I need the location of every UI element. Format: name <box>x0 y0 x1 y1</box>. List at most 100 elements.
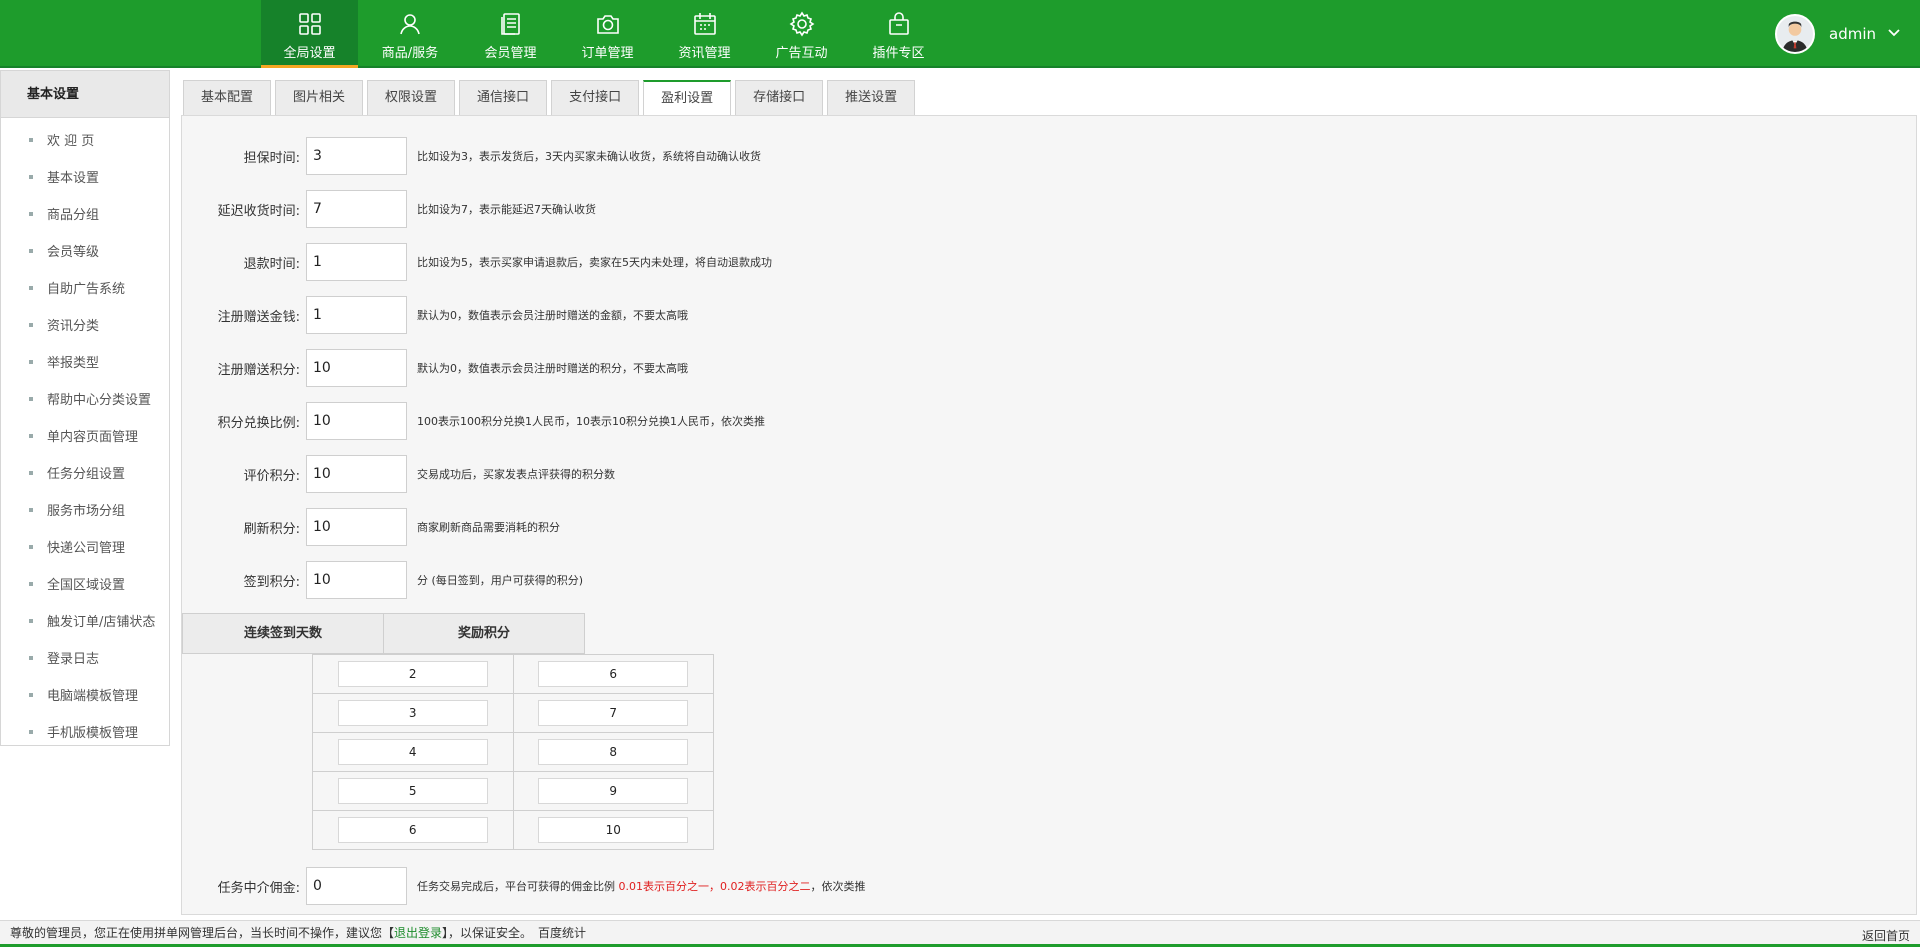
signin-days-input[interactable] <box>337 739 488 765</box>
sidebar-item-couriers[interactable]: 快递公司管理 <box>1 528 169 565</box>
tab-payment[interactable]: 支付接口 <box>551 80 640 115</box>
sidebar-item-label: 登录日志 <box>47 652 100 667</box>
tab-basic-config[interactable]: 基本配置 <box>183 80 272 115</box>
user-menu[interactable]: admin <box>1775 14 1902 54</box>
sidebar-item-pc-templates[interactable]: 电脑端模板管理 <box>1 676 169 713</box>
register-points-field[interactable] <box>306 349 407 387</box>
sidebar-item-single-pages[interactable]: 单内容页面管理 <box>1 417 169 454</box>
sidebar-item-help-categories[interactable]: 帮助中心分类设置 <box>1 380 169 417</box>
signin-points-field[interactable] <box>306 561 407 599</box>
signin-days-input[interactable] <box>337 700 488 726</box>
sidebar-item-mobile-templates[interactable]: 手机版模板管理 <box>1 713 169 750</box>
signin-days-input[interactable] <box>337 817 488 843</box>
bullet-icon <box>29 433 33 438</box>
signin-days-input[interactable] <box>337 661 488 687</box>
tab-communication[interactable]: 通信接口 <box>459 80 548 115</box>
sidebar-item-basic-settings[interactable]: 基本设置 <box>1 158 169 195</box>
tab-storage[interactable]: 存储接口 <box>735 80 824 115</box>
table-cell <box>512 771 714 811</box>
bullet-icon <box>29 137 33 142</box>
bullet-icon <box>29 507 33 512</box>
username: admin <box>1829 25 1876 43</box>
nav-label: 插件专区 <box>872 46 925 61</box>
sidebar-item-label: 会员等级 <box>47 245 100 260</box>
baidu-stats-link[interactable]: 百度统计 <box>538 924 586 941</box>
main-nav: 全局设置 商品/服务 会员管理 订单管理 资讯管理 广告互动 插件专区 <box>261 0 947 68</box>
sidebar-item-regions[interactable]: 全国区域设置 <box>1 565 169 602</box>
field-label: 注册赠送积分: <box>217 362 300 378</box>
form-row-commission: 任务中介佣金: 任务交易完成后，平台可获得的佣金比例 0.01表示百分之一，0.… <box>182 867 865 905</box>
sidebar-item-trigger-status[interactable]: 触发订单/店铺状态 <box>1 602 169 639</box>
nav-item-members[interactable]: 会员管理 <box>462 0 559 68</box>
tab-push[interactable]: 推送设置 <box>827 80 916 115</box>
bullet-icon <box>29 359 33 364</box>
settings-tabs: 基本配置 图片相关 权限设置 通信接口 支付接口 盈利设置 存储接口 推送设置 <box>183 80 919 115</box>
form-row-refund-time: 退款时间: 比如设为5，表示买家申请退款后，卖家在5天内未处理，将自动退款成功 <box>182 243 772 281</box>
bullet-icon <box>29 581 33 586</box>
signin-points-input[interactable] <box>538 700 689 726</box>
nav-item-orders[interactable]: 订单管理 <box>559 0 656 68</box>
chevron-down-icon[interactable] <box>1886 24 1902 44</box>
nav-label: 全局设置 <box>283 46 336 61</box>
sidebar-item-news-categories[interactable]: 资讯分类 <box>1 306 169 343</box>
form-row-exchange-ratio: 积分兑换比例: 100表示100积分兑换1人民币，10表示10积分兑换1人民币，… <box>182 402 765 440</box>
delay-receipt-field[interactable] <box>306 190 407 228</box>
nav-item-ads[interactable]: 广告互动 <box>753 0 850 68</box>
sidebar-item-ad-system[interactable]: 自助广告系统 <box>1 269 169 306</box>
refund-time-field[interactable] <box>306 243 407 281</box>
field-hint: 分 (每日签到，用户可获得的积分) <box>417 574 584 587</box>
field-hint: 交易成功后，买家发表点评获得的积分数 <box>417 468 615 481</box>
logout-link[interactable]: 退出登录 <box>394 924 442 941</box>
back-home-link[interactable]: 返回首页 <box>1862 927 1910 944</box>
sidebar-title: 基本设置 <box>1 71 169 118</box>
field-label: 注册赠送金钱: <box>217 309 300 325</box>
field-label: 任务中介佣金: <box>217 880 300 896</box>
sidebar-item-report-types[interactable]: 举报类型 <box>1 343 169 380</box>
sidebar-item-label: 任务分组设置 <box>47 467 126 482</box>
bullet-icon <box>29 729 33 734</box>
exchange-ratio-field[interactable] <box>306 402 407 440</box>
table-cell <box>512 693 714 733</box>
tab-profit-settings[interactable]: 盈利设置 <box>643 80 732 115</box>
bullet-icon <box>29 396 33 401</box>
register-money-field[interactable] <box>306 296 407 334</box>
sidebar-item-label: 举报类型 <box>47 356 100 371</box>
signin-points-input[interactable] <box>538 817 689 843</box>
sidebar-item-task-groups[interactable]: 任务分组设置 <box>1 454 169 491</box>
nav-item-news[interactable]: 资讯管理 <box>656 0 753 68</box>
commission-field[interactable] <box>306 867 407 905</box>
signin-days-input[interactable] <box>337 778 488 804</box>
signin-points-input[interactable] <box>538 661 689 687</box>
signin-points-input[interactable] <box>538 778 689 804</box>
sidebar-item-service-market[interactable]: 服务市场分组 <box>1 491 169 528</box>
sidebar-item-product-groups[interactable]: 商品分组 <box>1 195 169 232</box>
signin-points-input[interactable] <box>538 739 689 765</box>
bullet-icon <box>29 544 33 549</box>
escrow-time-field[interactable] <box>306 137 407 175</box>
sidebar-item-label: 自助广告系统 <box>47 282 126 297</box>
field-hint: 100表示100积分兑换1人民币，10表示10积分兑换1人民币，依次类推 <box>417 415 765 428</box>
field-label: 刷新积分: <box>243 521 300 537</box>
review-points-field[interactable] <box>306 455 407 493</box>
sidebar-item-label: 触发订单/店铺状态 <box>47 615 156 630</box>
tab-permissions[interactable]: 权限设置 <box>367 80 456 115</box>
form-row-delay-receipt: 延迟收货时间: 比如设为7，表示能延迟7天确认收货 <box>182 190 596 228</box>
table-row <box>312 810 714 850</box>
tab-images[interactable]: 图片相关 <box>275 80 364 115</box>
nav-item-products[interactable]: 商品/服务 <box>358 0 462 68</box>
sidebar-item-label: 全国区域设置 <box>47 578 126 593</box>
user-icon <box>396 10 424 38</box>
nav-item-plugins[interactable]: 插件专区 <box>850 0 947 68</box>
sidebar-item-member-levels[interactable]: 会员等级 <box>1 232 169 269</box>
sidebar-item-login-log[interactable]: 登录日志 <box>1 639 169 676</box>
sidebar-item-welcome[interactable]: 欢 迎 页 <box>1 121 169 158</box>
form-row-refresh-points: 刷新积分: 商家刷新商品需要消耗的积分 <box>182 508 560 546</box>
camera-icon <box>594 10 622 38</box>
signin-table <box>312 654 714 850</box>
nav-item-global-settings[interactable]: 全局设置 <box>261 0 358 68</box>
nav-label: 广告互动 <box>775 46 828 61</box>
field-label: 积分兑换比例: <box>217 415 300 431</box>
refresh-points-field[interactable] <box>306 508 407 546</box>
form-row-escrow-time: 担保时间: 比如设为3，表示发货后，3天内买家未确认收货，系统将自动确认收货 <box>182 137 761 175</box>
column-header-points: 奖励积分 <box>457 626 510 641</box>
